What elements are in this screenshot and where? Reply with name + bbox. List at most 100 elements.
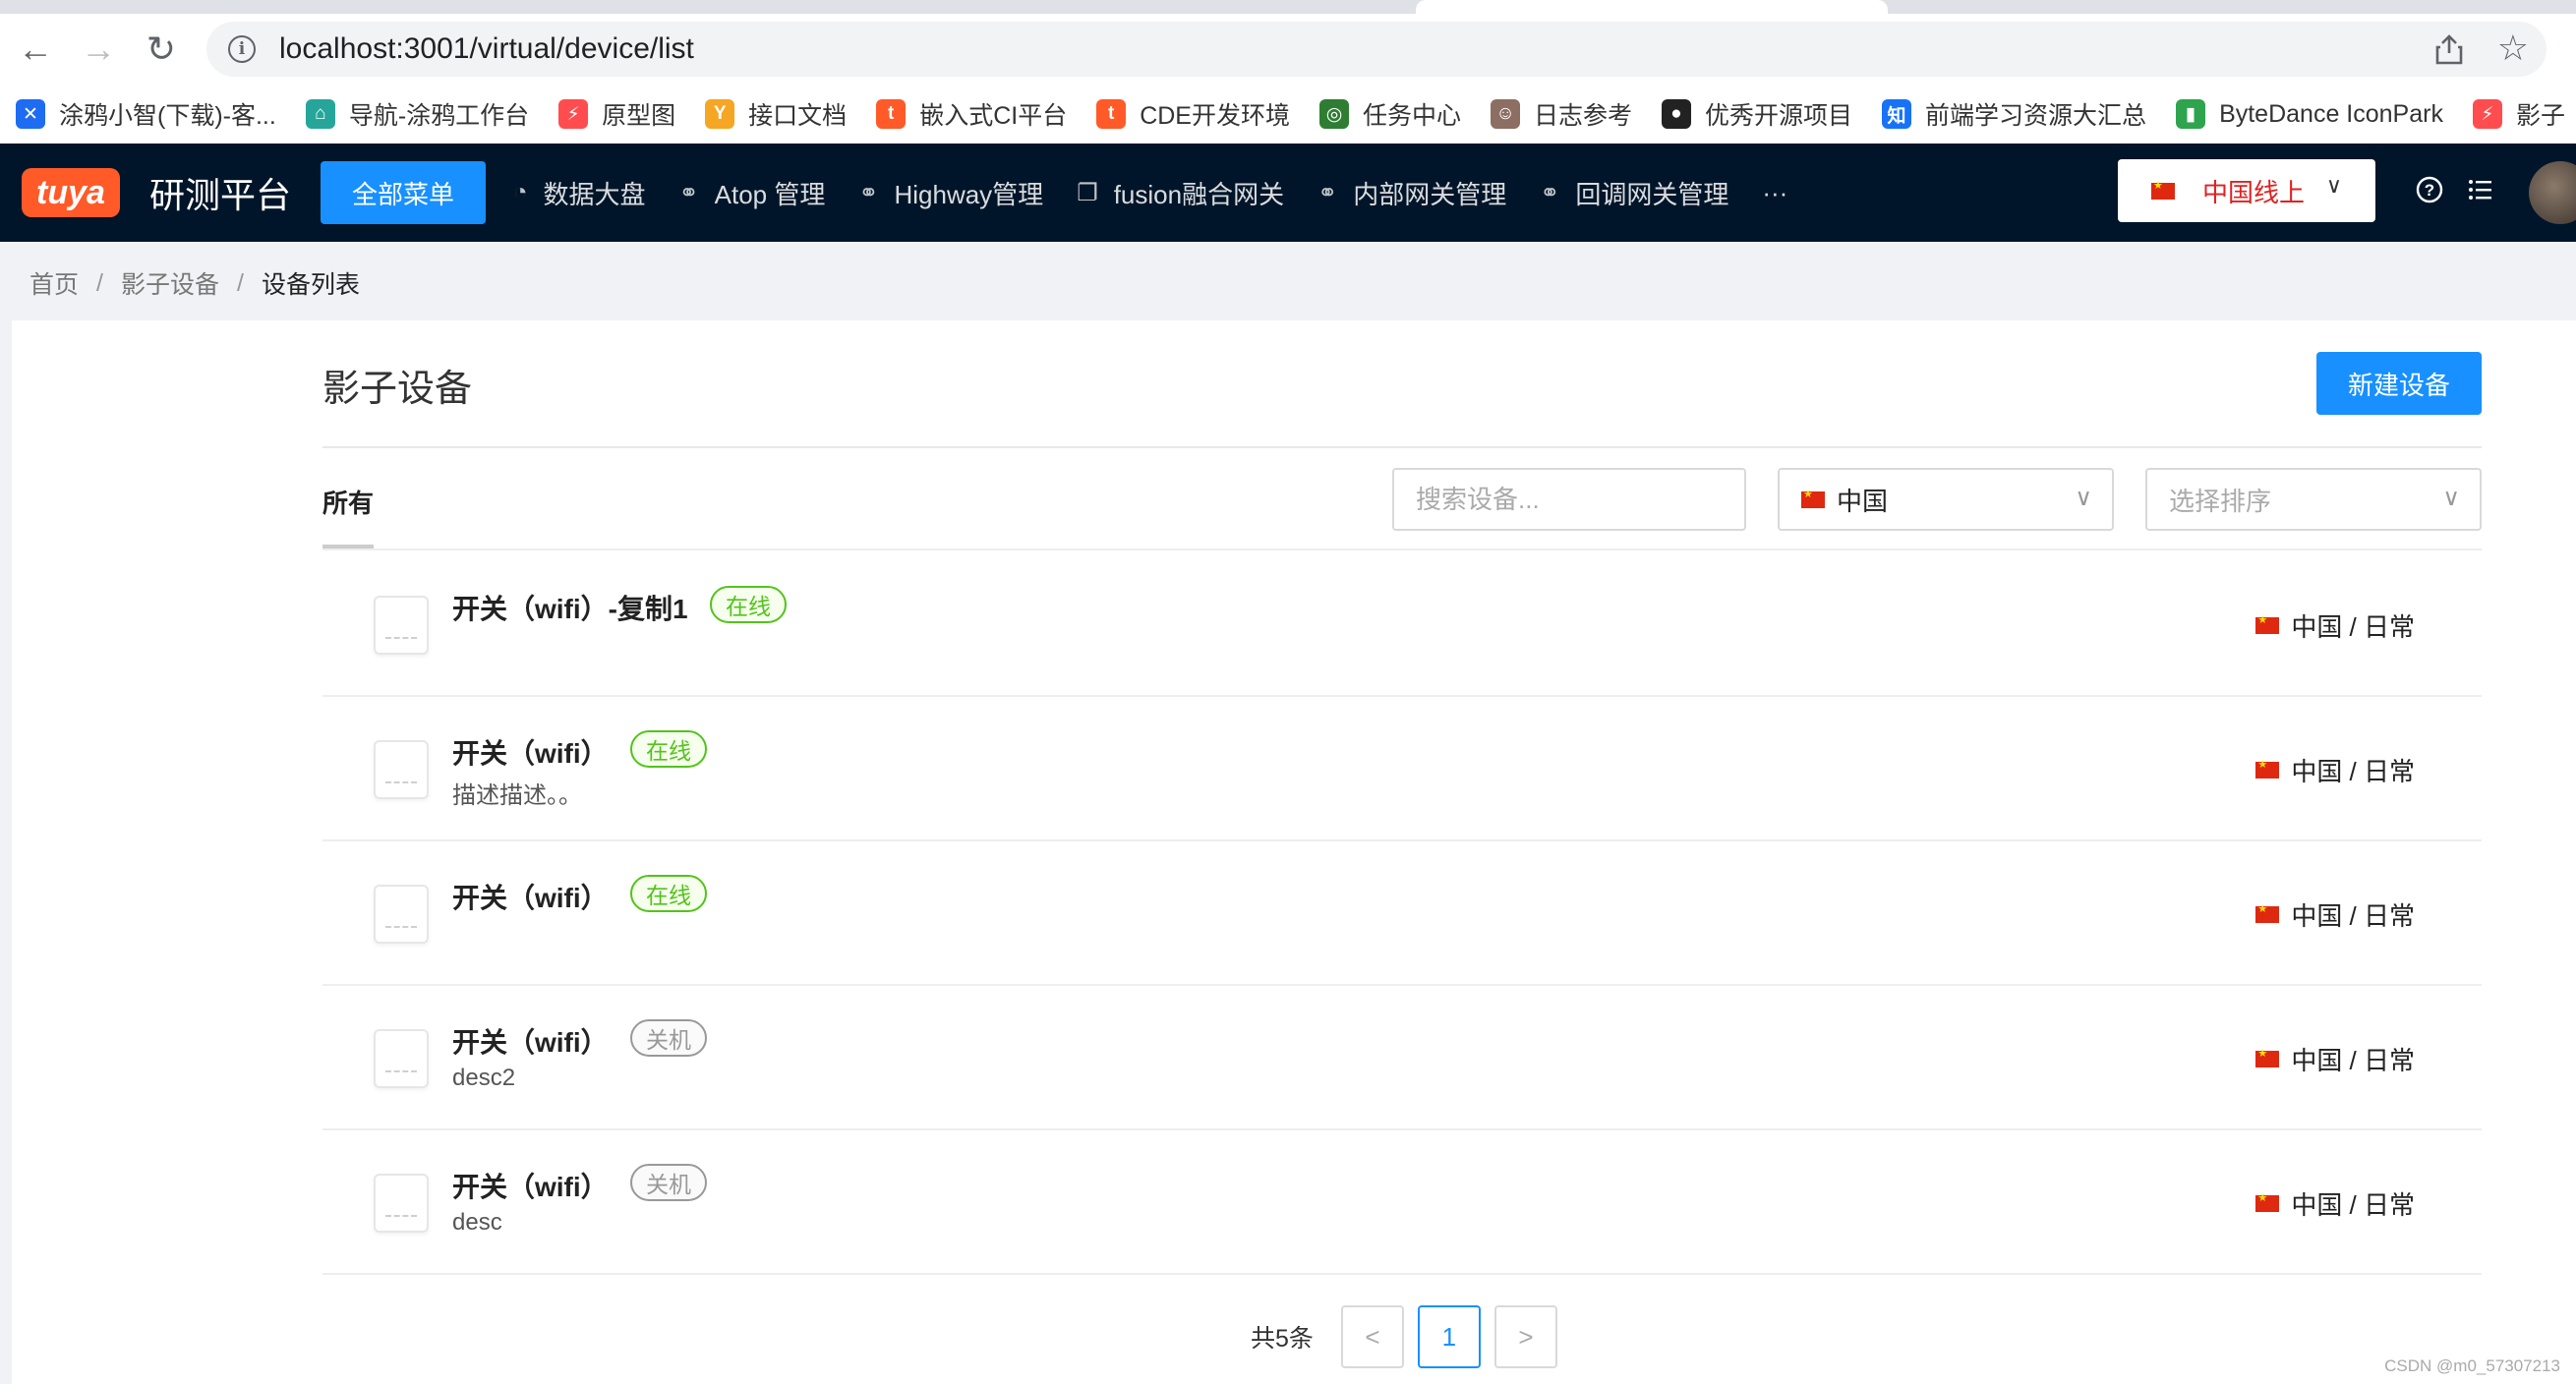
bookmarks-bar: ✕ 涂鸦小智(下载)-客... ⌂ 导航-涂鸦工作台 ⚡ 原型图 Y 接口文档 t 嵌入式CI平台… — [0, 85, 2576, 144]
region-filter-select[interactable]: 中国 ∨ — [1778, 468, 2114, 531]
china-flag-icon — [2255, 1191, 2280, 1212]
pagination: 共5条 < 1 > — [1251, 1305, 1571, 1368]
china-flag-icon — [2255, 758, 2280, 778]
device-region-label: 中国 / 日常 — [2291, 1190, 2415, 1220]
prev-page-button[interactable]: < — [1340, 1305, 1404, 1368]
main-panel: 影子设备 新建设备 所有 中国 ∨ 选择排序 ∨ 开关（wifi）-复制1在线中… — [12, 320, 2576, 1384]
nav-item[interactable]: ◔ 数据大盘 — [513, 175, 646, 211]
device-name[interactable]: 开关（wifi） — [452, 732, 609, 772]
bookmark-label: 任务中心 — [1363, 102, 1462, 130]
china-flag-icon — [1801, 488, 1825, 508]
device-name[interactable]: 开关（wifi） — [452, 877, 609, 916]
copy-icon: ❐ — [1077, 179, 1098, 206]
device-row[interactable]: 开关（wifi） 关机 desc 中国 / 日常 — [322, 1130, 2482, 1275]
nav-more-button[interactable]: ··· — [1762, 178, 1787, 208]
breadcrumb-home[interactable]: 首页 — [29, 265, 79, 301]
share-icon[interactable] — [2434, 33, 2464, 65]
nav-item[interactable]: ❐ fusion融合网关 — [1077, 175, 1284, 211]
link-icon: ⚭ — [1540, 179, 1560, 206]
bookmark-item[interactable]: 知前端学习资源大汇总 — [1882, 96, 2146, 132]
reload-icon[interactable]: ↻ — [130, 18, 193, 81]
status-badge: 在线 — [630, 730, 707, 768]
bookmark-item[interactable]: ◎ 任务中心 — [1319, 96, 1461, 132]
bookmark-item[interactable]: ⚡ 影子 — [2472, 96, 2565, 132]
sort-select[interactable]: 选择排序 ∨ — [2145, 468, 2482, 531]
bookmark-item[interactable]: Y 接口文档 — [705, 96, 847, 132]
tab-all[interactable]: 所有 — [322, 484, 374, 520]
new-device-button[interactable]: 新建设备 — [2316, 352, 2482, 415]
filter-divider — [322, 548, 2482, 550]
breadcrumb-section[interactable]: 影子设备 — [121, 265, 219, 301]
device-region: 中国 / 日常 — [2255, 1185, 2415, 1222]
bookmark-label: 涂鸦小智(下载)-客... — [59, 102, 276, 130]
log-avatar-icon: ☺ — [1491, 99, 1521, 129]
device-row[interactable]: 开关（wifi）-复制1 在线中国 / 日常 — [322, 552, 2482, 697]
title-divider — [322, 446, 2482, 448]
tuya-logo[interactable]: tuya — [22, 168, 120, 217]
browser-tab-active[interactable] — [1416, 0, 1888, 14]
link-icon: ⚭ — [678, 179, 699, 206]
device-name[interactable]: 开关（wifi） — [452, 1021, 609, 1061]
back-icon[interactable]: ← — [4, 18, 67, 81]
all-menu-button[interactable]: 全部菜单 — [321, 161, 487, 224]
breadcrumb-current: 设备列表 — [261, 271, 360, 299]
bookmark-star-icon[interactable]: ☆ — [2497, 28, 2529, 69]
device-row[interactable]: 开关（wifi） 在线描述描述。。 中国 / 日常 — [322, 697, 2482, 841]
device-row[interactable]: 开关（wifi） 关机 desc2 中国 / 日常 — [322, 986, 2482, 1130]
device-search-input[interactable] — [1392, 468, 1746, 531]
browser-toolbar: ← → ↻ i localhost:3001/virtual/device/li… — [0, 14, 2576, 85]
device-name[interactable]: 开关（wifi） — [452, 1166, 609, 1205]
nav-item-label: 内部网关管理 — [1353, 179, 1507, 209]
svg-text:?: ? — [2425, 181, 2434, 200]
nav-item-label: 回调网关管理 — [1575, 179, 1729, 209]
status-badge: 在线 — [630, 875, 707, 912]
nav-item[interactable]: ⚭ 回调网关管理 — [1540, 175, 1728, 211]
axure-icon: ⚡ — [558, 99, 589, 129]
breadcrumb: 首页 / 影子设备 / 设备列表 — [29, 265, 360, 301]
next-page-button[interactable]: > — [1493, 1305, 1557, 1368]
bookmark-label: CDE开发环境 — [1140, 102, 1290, 130]
device-region: 中国 / 日常 — [2255, 1041, 2415, 1077]
device-description: desc2 — [452, 1065, 516, 1091]
device-description: desc — [452, 1209, 502, 1236]
top-nav: ◔ 数据大盘 ⚭ Atop 管理 ⚭ Highway管理 ❐ fusion融合网关 ⚭ 内部网关管… — [513, 175, 1821, 211]
pie-chart-icon: ◔ — [513, 179, 528, 205]
list-settings-icon[interactable] — [2466, 175, 2495, 204]
region-filter-value: 中国 — [1837, 486, 1889, 516]
watermark: CSDN @m0_57307213 — [2384, 1356, 2560, 1375]
status-badge: 关机 — [630, 1019, 707, 1057]
nav-item[interactable]: ⚭ Atop 管理 — [679, 175, 826, 211]
task-icon: ◎ — [1319, 99, 1349, 129]
user-avatar[interactable] — [2529, 161, 2576, 224]
nav-item[interactable]: ⚭ 内部网关管理 — [1317, 175, 1506, 211]
page-title: 影子设备 — [322, 369, 473, 410]
device-region-label: 中国 / 日常 — [2291, 1046, 2415, 1075]
url-text[interactable]: localhost:3001/virtual/device/list — [279, 32, 694, 66]
page-1-button[interactable]: 1 — [1417, 1305, 1481, 1368]
bookmark-label: 嵌入式CI平台 — [919, 102, 1068, 130]
bookmark-item[interactable]: ☺ 日志参考 — [1491, 96, 1632, 132]
device-region-label: 中国 / 日常 — [2291, 757, 2415, 786]
bookmark-item[interactable]: t CDE开发环境 — [1096, 96, 1290, 132]
bookmark-item[interactable]: t 嵌入式CI平台 — [876, 96, 1067, 132]
bookmark-item[interactable]: ⚡ 原型图 — [558, 96, 675, 132]
breadcrumb-separator: / — [96, 268, 103, 297]
status-badge: 关机 — [630, 1164, 707, 1201]
bookmark-item[interactable]: ▮ ByteDance IconPark — [2176, 99, 2443, 129]
device-thumbnail — [374, 596, 429, 655]
address-bar[interactable]: i localhost:3001/virtual/device/list ☆ — [206, 22, 2547, 77]
forward-icon[interactable]: → — [67, 18, 130, 81]
help-icon[interactable]: ? — [2415, 175, 2444, 204]
device-name[interactable]: 开关（wifi）-复制1 — [452, 588, 688, 627]
bookmark-item[interactable]: ✕ 涂鸦小智(下载)-客... — [16, 96, 276, 132]
region-env-select[interactable]: 中国线上 ∨ — [2118, 159, 2375, 222]
bookmark-item[interactable]: ⌂ 导航-涂鸦工作台 — [305, 96, 529, 132]
bookmark-label: 原型图 — [602, 102, 676, 130]
bookmark-item[interactable]: ● 优秀开源项目 — [1662, 96, 1852, 132]
nav-item[interactable]: ⚭ Highway管理 — [858, 175, 1043, 211]
site-info-icon[interactable]: i — [228, 35, 256, 63]
device-row[interactable]: 开关（wifi） 在线中国 / 日常 — [322, 841, 2482, 986]
tuya-t-icon: t — [1096, 99, 1127, 129]
github-icon: ● — [1662, 99, 1692, 129]
device-region: 中国 / 日常 — [2255, 896, 2415, 933]
